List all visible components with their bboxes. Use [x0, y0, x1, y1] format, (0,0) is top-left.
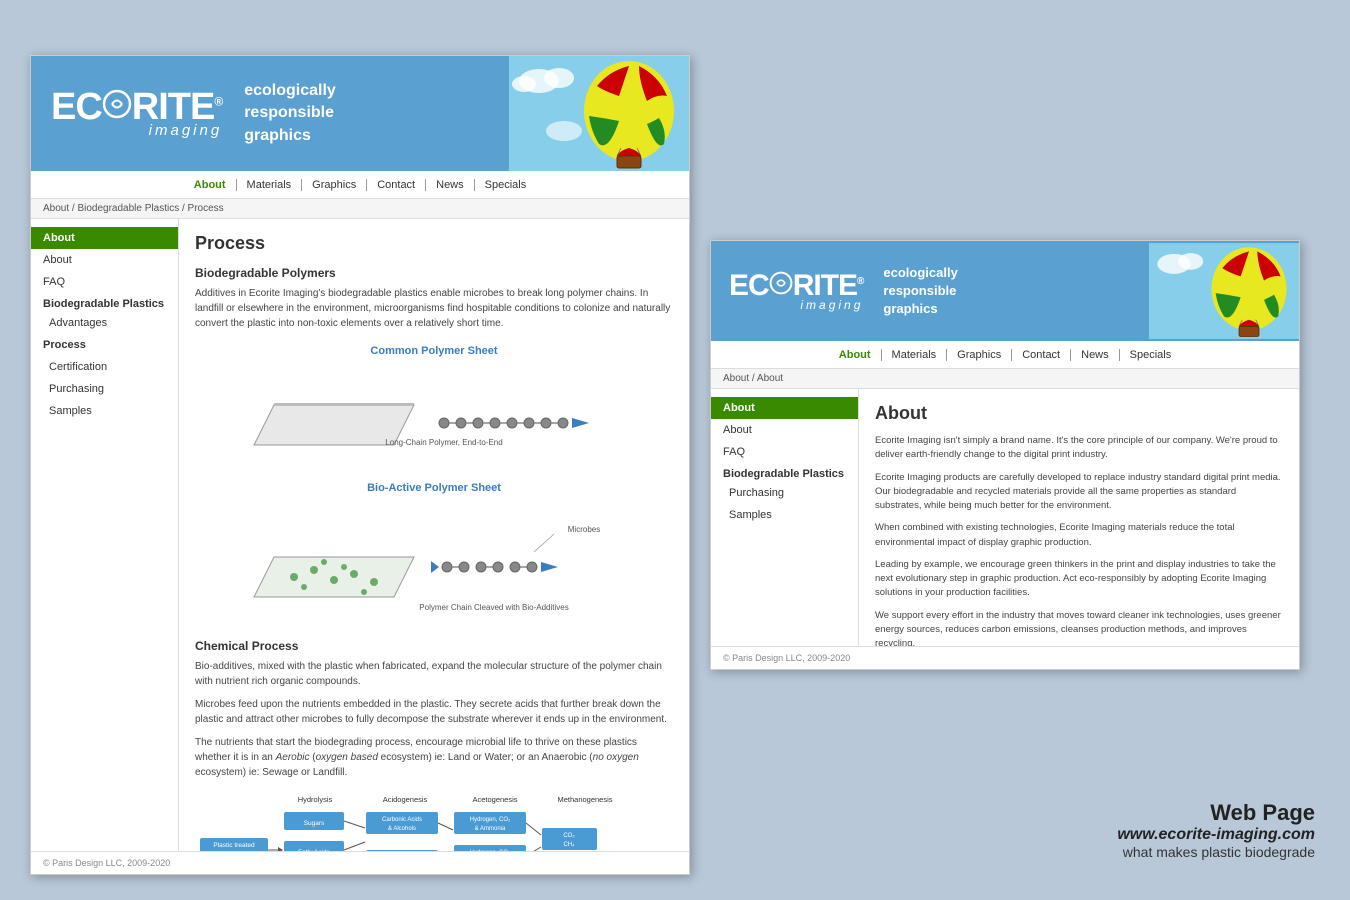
- sidebar-biodeg-left: Biodegradable Plastics: [31, 293, 178, 312]
- about-para1: Ecorite Imaging isn't simply a brand nam…: [875, 434, 1283, 463]
- svg-text:Methanogenesis: Methanogenesis: [557, 795, 612, 804]
- nav-graphics-right[interactable]: Graphics: [947, 349, 1012, 361]
- svg-text:Hydrolysis: Hydrolysis: [298, 795, 333, 804]
- section2-title-left: Chemical Process: [195, 639, 673, 653]
- sidebar-about-active-right[interactable]: About: [711, 397, 858, 419]
- svg-text:& Alcohols: & Alcohols: [388, 826, 416, 832]
- logo-name-right: EC RITE® imaging: [729, 271, 863, 312]
- sidebar-samples-left[interactable]: Samples: [31, 400, 178, 422]
- balloon-left: [509, 56, 689, 171]
- footer-left: © Paris Design LLC, 2009-2020: [31, 851, 689, 874]
- main-content-left: Process Biodegradable Polymers Additives…: [179, 219, 689, 875]
- nav-specials-left[interactable]: Specials: [475, 179, 537, 191]
- sidebar-left: About About FAQ Biodegradable Plastics A…: [31, 219, 179, 875]
- sidebar-faq-right[interactable]: FAQ: [711, 441, 858, 463]
- logo-name-left: EC RITE® imaging: [51, 88, 222, 139]
- main-content-right: About Ecorite Imaging isn't simply a bra…: [859, 389, 1299, 670]
- svg-text:Hydrogen, CO₂: Hydrogen, CO₂: [470, 817, 511, 823]
- section1-body-left: Additives in Ecorite Imaging's biodegrad…: [195, 286, 673, 331]
- para3-left: The nutrients that start the biodegradin…: [195, 735, 673, 780]
- breadcrumb-right: About / About: [711, 369, 1299, 389]
- right-screenshot: EC RITE® imaging ecologicallyresponsible…: [710, 240, 1300, 670]
- svg-text:Polymer Chain Cleaved with Bio: Polymer Chain Cleaved with Bio-Additives: [419, 603, 568, 612]
- logo-left: EC RITE® imaging ecologicallyresponsible…: [51, 80, 336, 147]
- svg-text:Acetogenesis: Acetogenesis: [472, 795, 517, 804]
- svg-text:Microbes: Microbes: [568, 525, 600, 534]
- bottom-label: Web Page www.ecorite-imaging.com what ma…: [1117, 800, 1315, 860]
- footer-right: © Paris Design LLC, 2009-2020: [711, 646, 1299, 669]
- sidebar-purchasing-left[interactable]: Purchasing: [31, 378, 178, 400]
- logo-imaging-left: imaging: [51, 122, 222, 139]
- sidebar-about-right[interactable]: About: [711, 419, 858, 441]
- svg-text:Acidogenesis: Acidogenesis: [383, 795, 428, 804]
- diagram1-title-left: Common Polymer Sheet: [195, 345, 673, 357]
- nav-materials-left[interactable]: Materials: [237, 179, 303, 191]
- chain-label-left: Long-Chain Polymer, End-to-End: [385, 438, 502, 447]
- nav-about-left[interactable]: About: [184, 179, 237, 191]
- logo-tagline-left: ecologicallyresponsiblegraphics: [244, 80, 336, 147]
- nav-materials-right[interactable]: Materials: [882, 349, 948, 361]
- sidebar-certification-left[interactable]: Certification: [31, 356, 178, 378]
- para1-left: Bio-additives, mixed with the plastic wh…: [195, 659, 673, 689]
- nav-left[interactable]: About Materials Graphics Contact News Sp…: [31, 171, 689, 199]
- diagram1-left: Common Polymer Sheet: [195, 345, 673, 468]
- svg-text:CO₂: CO₂: [563, 833, 575, 839]
- diagram2-left: Bio-Active Polymer Sheet Microbes: [195, 482, 673, 625]
- sidebar-about-active-left[interactable]: About: [31, 227, 178, 249]
- about-para5: We support every effort in the industry …: [875, 609, 1283, 652]
- sidebar-about-left[interactable]: About: [31, 249, 178, 271]
- diagram2-svg-left: Microbes: [224, 502, 644, 622]
- logo-tagline-right: ecologicallyresponsiblegraphics: [883, 264, 957, 319]
- para2-left: Microbes feed upon the nutrients embedde…: [195, 697, 673, 727]
- sidebar-faq-left[interactable]: FAQ: [31, 271, 178, 293]
- bottom-label-line3: what makes plastic biodegrade: [1117, 844, 1315, 860]
- nav-news-right[interactable]: News: [1071, 349, 1120, 361]
- nav-contact-left[interactable]: Contact: [367, 179, 426, 191]
- diagram1-svg-left: Long-Chain Polymer, End-to-End: [224, 365, 644, 465]
- bottom-label-line1: Web Page: [1117, 800, 1315, 826]
- sidebar-purchasing-right[interactable]: Purchasing: [711, 482, 858, 504]
- svg-text:Sugars: Sugars: [304, 820, 325, 827]
- nav-contact-right[interactable]: Contact: [1012, 349, 1071, 361]
- svg-text:Plastic treated: Plastic treated: [213, 842, 255, 849]
- about-para2: Ecorite Imaging products are carefully d…: [875, 471, 1283, 514]
- page-body-right: About About FAQ Biodegradable Plastics P…: [711, 389, 1299, 670]
- site-header-right: EC RITE® imaging ecologicallyresponsible…: [711, 241, 1299, 341]
- nav-about-right[interactable]: About: [829, 349, 882, 361]
- sidebar-right: About About FAQ Biodegradable Plastics P…: [711, 389, 859, 670]
- breadcrumb-left: About / Biodegradable Plastics / Process: [31, 199, 689, 219]
- left-screenshot: EC RITE® imaging ecologicallyresponsible…: [30, 55, 690, 875]
- sidebar-advantages-left[interactable]: Advantages: [31, 312, 178, 334]
- nav-specials-right[interactable]: Specials: [1120, 349, 1182, 361]
- nav-news-left[interactable]: News: [426, 179, 475, 191]
- section1-title-left: Biodegradable Polymers: [195, 266, 673, 280]
- svg-text:& Ammonia: & Ammonia: [475, 826, 506, 832]
- sidebar-biodeg-right: Biodegradable Plastics: [711, 463, 858, 482]
- svg-text:CH₄: CH₄: [563, 842, 575, 848]
- bottom-label-line2: www.ecorite-imaging.com: [1117, 826, 1315, 844]
- about-para3: When combined with existing technologies…: [875, 521, 1283, 550]
- nav-graphics-left[interactable]: Graphics: [302, 179, 367, 191]
- nav-right[interactable]: About Materials Graphics Contact News Sp…: [711, 341, 1299, 369]
- page-title-right: About: [875, 403, 1283, 424]
- logo-imaging-right: imaging: [729, 298, 863, 312]
- site-header-left: EC RITE® imaging ecologicallyresponsible…: [31, 56, 689, 171]
- about-para4: Leading by example, we encourage green t…: [875, 558, 1283, 601]
- sidebar-samples-right[interactable]: Samples: [711, 504, 858, 526]
- page-title-left: Process: [195, 233, 673, 254]
- logo-brand-left: EC RITE®: [51, 88, 222, 126]
- page-body-left: About About FAQ Biodegradable Plastics A…: [31, 219, 689, 875]
- logo-brand-right: EC RITE®: [729, 271, 863, 301]
- svg-text:Carbonic Acids: Carbonic Acids: [382, 817, 422, 823]
- logo-right: EC RITE® imaging ecologicallyresponsible…: [729, 264, 958, 319]
- diagram2-title-left: Bio-Active Polymer Sheet: [195, 482, 673, 494]
- balloon-right: [1149, 241, 1299, 341]
- sidebar-process-left[interactable]: Process: [31, 334, 178, 356]
